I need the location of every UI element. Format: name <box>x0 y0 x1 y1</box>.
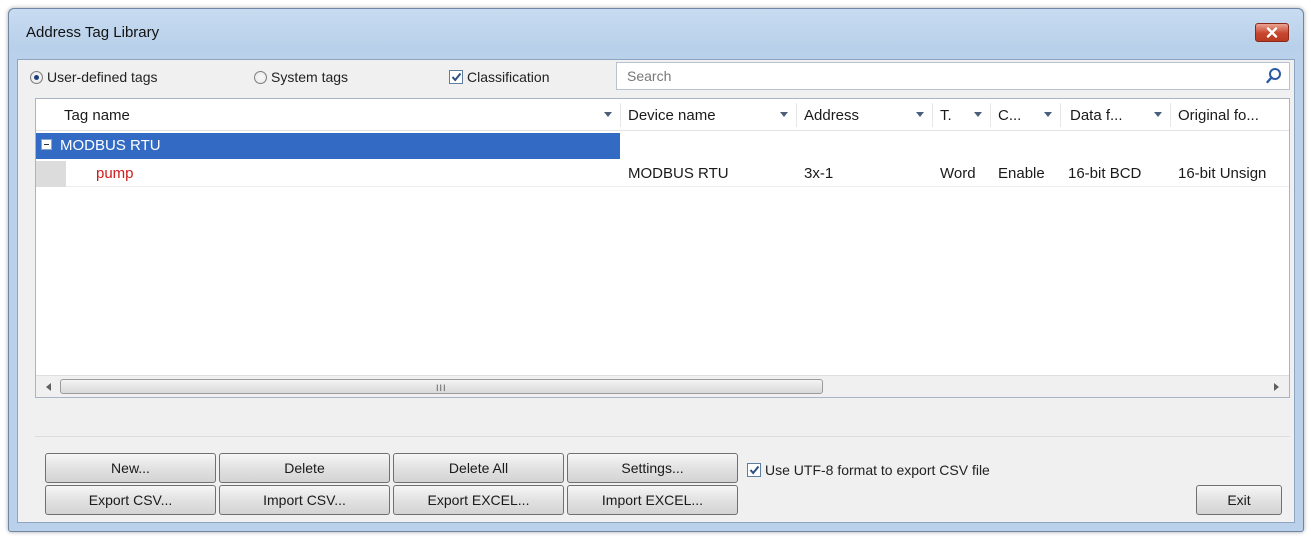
column-header-device-name[interactable]: Device name <box>620 99 796 131</box>
action-button-panel: New... Delete Delete All Settings... Use… <box>35 436 1290 518</box>
cell-tag-name: pump <box>96 165 134 182</box>
import-excel-button[interactable]: Import EXCEL... <box>567 485 738 515</box>
delete-all-button[interactable]: Delete All <box>393 453 564 483</box>
column-header-tag-name[interactable]: Tag name <box>36 99 620 131</box>
scroll-right-icon[interactable] <box>1274 383 1279 391</box>
close-button[interactable] <box>1255 23 1289 42</box>
cell-conversion: Enable <box>998 165 1045 182</box>
title-bar[interactable]: Address Tag Library <box>9 9 1303 51</box>
new-button[interactable]: New... <box>45 453 216 483</box>
classification-checkbox[interactable] <box>449 70 463 84</box>
search-box <box>616 62 1290 90</box>
scrollbar-thumb[interactable]: III <box>60 379 823 394</box>
group-label: MODBUS RTU <box>60 137 161 154</box>
collapse-icon[interactable] <box>41 139 52 150</box>
sort-dropdown-icon[interactable] <box>916 112 924 117</box>
column-header-conversion[interactable]: C... <box>990 99 1060 131</box>
checkmark-icon <box>451 72 461 82</box>
horizontal-scrollbar[interactable]: III <box>36 375 1289 397</box>
close-icon <box>1266 25 1278 41</box>
user-defined-tags-label: User-defined tags <box>47 69 158 85</box>
scroll-left-icon[interactable] <box>46 383 51 391</box>
user-defined-tags-option[interactable]: User-defined tags <box>30 69 158 85</box>
column-header-address[interactable]: Address <box>796 99 932 131</box>
utf8-export-option[interactable]: Use UTF-8 format to export CSV file <box>747 462 990 478</box>
classification-label: Classification <box>467 69 550 85</box>
system-tags-label: System tags <box>271 69 349 85</box>
scroll-grip: III <box>436 383 447 393</box>
column-header-original-format[interactable]: Original fo... <box>1170 99 1290 131</box>
cell-data-format: 16-bit BCD <box>1068 165 1142 182</box>
search-input[interactable] <box>617 63 1257 89</box>
settings-button[interactable]: Settings... <box>567 453 738 483</box>
import-csv-button[interactable]: Import CSV... <box>219 485 390 515</box>
tag-source-options: User-defined tags System tags Classifica… <box>18 60 1294 96</box>
exit-button[interactable]: Exit <box>1196 485 1282 515</box>
sort-dropdown-icon[interactable] <box>604 112 612 117</box>
sort-dropdown-icon[interactable] <box>974 112 982 117</box>
utf8-checkbox[interactable] <box>747 463 761 477</box>
sort-dropdown-icon[interactable] <box>1044 112 1052 117</box>
window-title: Address Tag Library <box>26 24 160 41</box>
sort-dropdown-icon[interactable] <box>1154 112 1162 117</box>
dialog-client-area: User-defined tags System tags Classifica… <box>17 59 1295 523</box>
export-excel-button[interactable]: Export EXCEL... <box>393 485 564 515</box>
search-icon[interactable] <box>1265 67 1283 88</box>
table-header: Tag name Device name Address T. C... Dat… <box>36 99 1289 131</box>
cell-device-name: MODBUS RTU <box>628 165 729 182</box>
cell-type: Word <box>940 165 976 182</box>
user-defined-tags-radio[interactable] <box>30 70 43 84</box>
address-tag-library-window: Address Tag Library User-defined tags Sy… <box>8 8 1304 532</box>
cell-original-format: 16-bit Unsign <box>1178 165 1267 182</box>
column-header-type[interactable]: T. <box>932 99 990 131</box>
utf8-label: Use UTF-8 format to export CSV file <box>765 462 990 478</box>
table-row[interactable]: pump MODBUS RTU 3x-1 Word Enable 16-bit … <box>36 161 1289 187</box>
sort-dropdown-icon[interactable] <box>780 112 788 117</box>
system-tags-radio[interactable] <box>254 70 267 84</box>
tag-table[interactable]: Tag name Device name Address T. C... Dat… <box>35 98 1290 398</box>
classification-option[interactable]: Classification <box>449 69 549 85</box>
group-row-modbus-rtu[interactable]: MODBUS RTU <box>36 133 620 159</box>
system-tags-option[interactable]: System tags <box>254 69 348 85</box>
delete-button[interactable]: Delete <box>219 453 390 483</box>
cell-address: 3x-1 <box>804 165 834 182</box>
export-csv-button[interactable]: Export CSV... <box>45 485 216 515</box>
checkmark-icon <box>749 465 759 475</box>
row-indent <box>36 161 66 187</box>
column-header-data-format[interactable]: Data f... <box>1060 99 1170 131</box>
